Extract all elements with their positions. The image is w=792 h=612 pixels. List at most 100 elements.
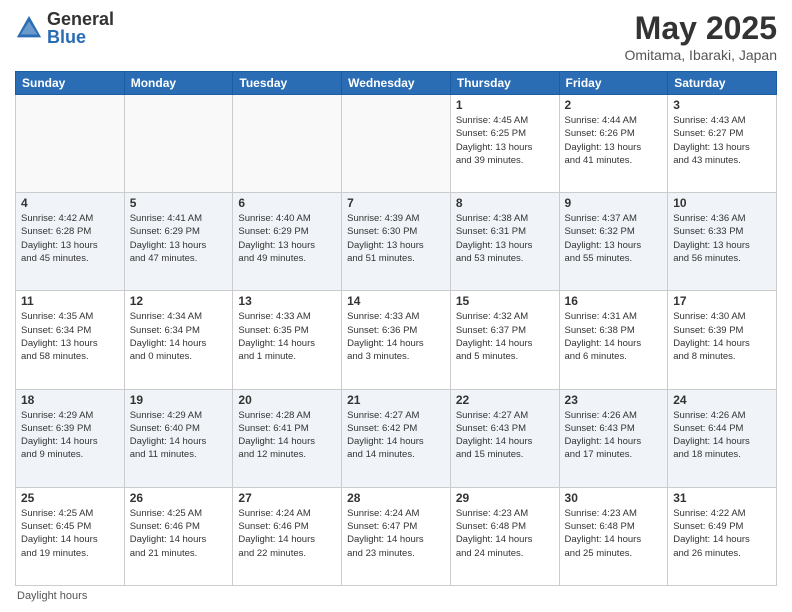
day-cell: 3 Sunrise: 4:43 AMSunset: 6:27 PMDaylight…	[668, 95, 777, 193]
day-number: 26	[130, 491, 228, 505]
day-number: 24	[673, 393, 771, 407]
day-info: Sunrise: 4:26 AMSunset: 6:44 PMDaylight:…	[673, 409, 771, 462]
day-info: Sunrise: 4:23 AMSunset: 6:48 PMDaylight:…	[456, 507, 554, 560]
day-number: 17	[673, 294, 771, 308]
day-info: Sunrise: 4:22 AMSunset: 6:49 PMDaylight:…	[673, 507, 771, 560]
week-row-3: 11Sunrise: 4:35 AMSunset: 6:34 PMDayligh…	[16, 291, 777, 389]
day-info: Sunrise: 4:35 AMSunset: 6:34 PMDaylight:…	[21, 310, 119, 363]
day-info: Sunrise: 4:26 AMSunset: 6:43 PMDaylight:…	[565, 409, 663, 462]
day-number: 19	[130, 393, 228, 407]
day-number: 27	[238, 491, 336, 505]
day-info: Sunrise: 4:37 AMSunset: 6:32 PMDaylight:…	[565, 212, 663, 265]
day-info: Sunrise: 4:41 AMSunset: 6:29 PMDaylight:…	[130, 212, 228, 265]
day-cell: 1 Sunrise: 4:45 AMSunset: 6:25 PMDaylight…	[450, 95, 559, 193]
day-header-tuesday: Tuesday	[233, 72, 342, 95]
day-cell: 10 Sunrise: 4:36 AMSunset: 6:33 PMDayligh…	[668, 193, 777, 291]
day-cell: 30Sunrise: 4:23 AMSunset: 6:48 PMDayligh…	[559, 487, 668, 585]
day-cell: 15Sunrise: 4:32 AMSunset: 6:37 PMDayligh…	[450, 291, 559, 389]
logo-icon	[15, 14, 43, 42]
day-header-wednesday: Wednesday	[342, 72, 451, 95]
day-info: Sunrise: 4:25 AMSunset: 6:45 PMDaylight:…	[21, 507, 119, 560]
day-number: 7	[347, 196, 445, 210]
day-number: 15	[456, 294, 554, 308]
day-number: 29	[456, 491, 554, 505]
day-cell: 22 Sunrise: 4:27 AMSunset: 6:43 PMDayligh…	[450, 389, 559, 487]
month-title: May 2025	[624, 10, 777, 47]
day-cell: 11Sunrise: 4:35 AMSunset: 6:34 PMDayligh…	[16, 291, 125, 389]
title-area: May 2025 Omitama, Ibaraki, Japan	[624, 10, 777, 63]
header: General Blue May 2025 Omitama, Ibaraki, …	[15, 10, 777, 63]
day-cell: 19 Sunrise: 4:29 AMSunset: 6:40 PMDayligh…	[124, 389, 233, 487]
day-header-sunday: Sunday	[16, 72, 125, 95]
header-row: SundayMondayTuesdayWednesdayThursdayFrid…	[16, 72, 777, 95]
day-info: Sunrise: 4:39 AMSunset: 6:30 PMDaylight:…	[347, 212, 445, 265]
day-info: Sunrise: 4:42 AMSunset: 6:28 PMDaylight:…	[21, 212, 119, 265]
day-cell: 4 Sunrise: 4:42 AMSunset: 6:28 PMDaylight…	[16, 193, 125, 291]
day-cell: 27 Sunrise: 4:24 AMSunset: 6:46 PMDayligh…	[233, 487, 342, 585]
day-number: 9	[565, 196, 663, 210]
day-number: 22	[456, 393, 554, 407]
day-cell: 29 Sunrise: 4:23 AMSunset: 6:48 PMDayligh…	[450, 487, 559, 585]
day-cell	[124, 95, 233, 193]
day-cell: 16 Sunrise: 4:31 AMSunset: 6:38 PMDayligh…	[559, 291, 668, 389]
day-info: Sunrise: 4:29 AMSunset: 6:39 PMDaylight:…	[21, 409, 119, 462]
day-number: 1	[456, 98, 554, 112]
day-info: Sunrise: 4:36 AMSunset: 6:33 PMDaylight:…	[673, 212, 771, 265]
day-number: 31	[673, 491, 771, 505]
day-cell: 18Sunrise: 4:29 AMSunset: 6:39 PMDayligh…	[16, 389, 125, 487]
week-row-5: 25Sunrise: 4:25 AMSunset: 6:45 PMDayligh…	[16, 487, 777, 585]
week-row-4: 18Sunrise: 4:29 AMSunset: 6:39 PMDayligh…	[16, 389, 777, 487]
day-number: 12	[130, 294, 228, 308]
day-number: 4	[21, 196, 119, 210]
day-number: 13	[238, 294, 336, 308]
day-number: 30	[565, 491, 663, 505]
logo-general: General	[47, 9, 114, 29]
day-info: Sunrise: 4:27 AMSunset: 6:43 PMDaylight:…	[456, 409, 554, 462]
day-cell	[16, 95, 125, 193]
day-number: 10	[673, 196, 771, 210]
day-number: 6	[238, 196, 336, 210]
day-number: 21	[347, 393, 445, 407]
day-info: Sunrise: 4:45 AMSunset: 6:25 PMDaylight:…	[456, 114, 554, 167]
day-cell: 25Sunrise: 4:25 AMSunset: 6:45 PMDayligh…	[16, 487, 125, 585]
logo: General Blue	[15, 10, 114, 46]
day-cell	[342, 95, 451, 193]
day-info: Sunrise: 4:29 AMSunset: 6:40 PMDaylight:…	[130, 409, 228, 462]
day-cell: 12 Sunrise: 4:34 AMSunset: 6:34 PMDayligh…	[124, 291, 233, 389]
day-info: Sunrise: 4:31 AMSunset: 6:38 PMDaylight:…	[565, 310, 663, 363]
day-info: Sunrise: 4:40 AMSunset: 6:29 PMDaylight:…	[238, 212, 336, 265]
day-number: 14	[347, 294, 445, 308]
day-number: 3	[673, 98, 771, 112]
day-cell: 20Sunrise: 4:28 AMSunset: 6:41 PMDayligh…	[233, 389, 342, 487]
day-info: Sunrise: 4:33 AMSunset: 6:35 PMDaylight:…	[238, 310, 336, 363]
day-number: 28	[347, 491, 445, 505]
day-info: Sunrise: 4:25 AMSunset: 6:46 PMDaylight:…	[130, 507, 228, 560]
calendar: SundayMondayTuesdayWednesdayThursdayFrid…	[15, 71, 777, 586]
day-cell: 26 Sunrise: 4:25 AMSunset: 6:46 PMDayligh…	[124, 487, 233, 585]
day-info: Sunrise: 4:24 AMSunset: 6:46 PMDaylight:…	[238, 507, 336, 560]
day-number: 8	[456, 196, 554, 210]
day-info: Sunrise: 4:27 AMSunset: 6:42 PMDaylight:…	[347, 409, 445, 462]
day-cell: 28 Sunrise: 4:24 AMSunset: 6:47 PMDayligh…	[342, 487, 451, 585]
logo-text: General Blue	[47, 10, 114, 46]
day-cell: 13 Sunrise: 4:33 AMSunset: 6:35 PMDayligh…	[233, 291, 342, 389]
day-cell: 23Sunrise: 4:26 AMSunset: 6:43 PMDayligh…	[559, 389, 668, 487]
day-number: 16	[565, 294, 663, 308]
day-info: Sunrise: 4:34 AMSunset: 6:34 PMDaylight:…	[130, 310, 228, 363]
day-info: Sunrise: 4:43 AMSunset: 6:27 PMDaylight:…	[673, 114, 771, 167]
day-cell: 14Sunrise: 4:33 AMSunset: 6:36 PMDayligh…	[342, 291, 451, 389]
day-cell	[233, 95, 342, 193]
location: Omitama, Ibaraki, Japan	[624, 47, 777, 63]
day-info: Sunrise: 4:44 AMSunset: 6:26 PMDaylight:…	[565, 114, 663, 167]
day-header-saturday: Saturday	[668, 72, 777, 95]
calendar-body: 1 Sunrise: 4:45 AMSunset: 6:25 PMDaylight…	[16, 95, 777, 586]
day-cell: 6 Sunrise: 4:40 AMSunset: 6:29 PMDaylight…	[233, 193, 342, 291]
day-number: 2	[565, 98, 663, 112]
week-row-1: 1 Sunrise: 4:45 AMSunset: 6:25 PMDaylight…	[16, 95, 777, 193]
day-info: Sunrise: 4:24 AMSunset: 6:47 PMDaylight:…	[347, 507, 445, 560]
day-cell: 21 Sunrise: 4:27 AMSunset: 6:42 PMDayligh…	[342, 389, 451, 487]
day-info: Sunrise: 4:30 AMSunset: 6:39 PMDaylight:…	[673, 310, 771, 363]
day-header-friday: Friday	[559, 72, 668, 95]
day-cell: 9 Sunrise: 4:37 AMSunset: 6:32 PMDaylight…	[559, 193, 668, 291]
day-info: Sunrise: 4:38 AMSunset: 6:31 PMDaylight:…	[456, 212, 554, 265]
